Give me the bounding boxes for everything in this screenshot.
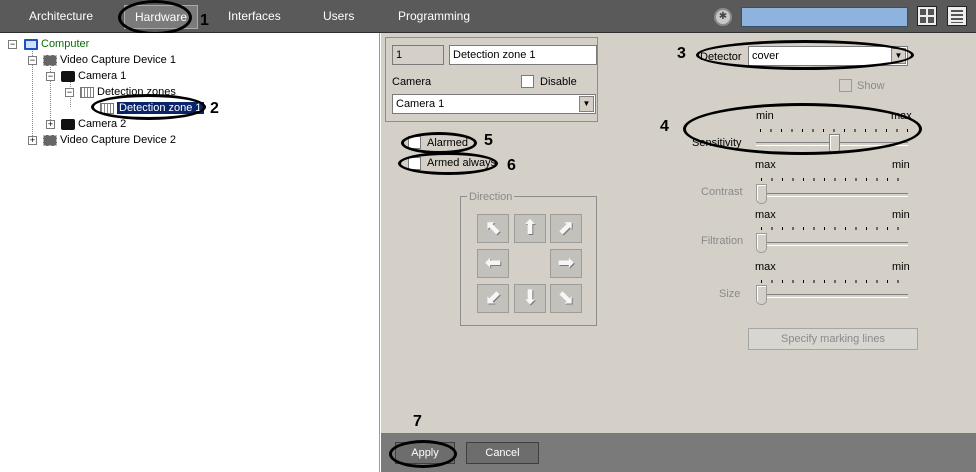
expand-icon[interactable]: + xyxy=(28,136,37,145)
expand-icon[interactable]: + xyxy=(46,120,55,129)
tree-item-label: Computer xyxy=(41,38,90,50)
size-slider-thumb[interactable] xyxy=(756,285,767,305)
size-left-label: max xyxy=(755,261,776,273)
show-checkbox[interactable] xyxy=(839,79,852,92)
layout-grid-icon[interactable] xyxy=(917,6,937,26)
sensitivity-slider-thumb[interactable] xyxy=(829,134,841,154)
filtration-right-label: min xyxy=(892,209,910,221)
disable-label: Disable xyxy=(540,76,577,88)
arrow-up-icon[interactable]: ⬆ xyxy=(514,214,546,243)
sensitivity-ticks xyxy=(760,129,908,132)
contrast-right-label: min xyxy=(892,159,910,171)
detector-label: Detector xyxy=(700,51,742,63)
contrast-label: Contrast xyxy=(701,186,743,198)
filtration-slider-track xyxy=(756,242,908,246)
disable-checkbox[interactable] xyxy=(521,75,534,88)
sensitivity-label: Sensitivity xyxy=(692,137,742,149)
alarmed-checkbox[interactable] xyxy=(408,136,421,149)
tab-interfaces[interactable]: Interfaces xyxy=(228,0,281,33)
size-slider-track xyxy=(756,294,908,298)
specify-marking-lines-button[interactable]: Specify marking lines xyxy=(748,328,918,350)
search-field[interactable] xyxy=(741,7,908,27)
zone-id-field: 1 xyxy=(392,45,444,65)
camera-select[interactable]: Camera 1 ▼ xyxy=(392,94,596,114)
direction-label: Direction xyxy=(467,191,515,203)
callout-number: 6 xyxy=(507,157,516,174)
tree-item-label: Detection zones xyxy=(97,86,176,98)
arrow-right-icon[interactable]: ➡ xyxy=(550,249,582,278)
computer-icon xyxy=(24,38,38,50)
callout-number: 5 xyxy=(484,132,493,149)
tree-item-label: Camera 1 xyxy=(78,70,127,82)
collapse-icon[interactable]: − xyxy=(28,56,37,65)
camera-select-value: Camera 1 xyxy=(396,98,445,110)
apply-button[interactable]: Apply xyxy=(395,442,455,464)
contrast-slider-track xyxy=(756,193,908,197)
callout-number: 1 xyxy=(200,12,209,29)
cancel-button[interactable]: Cancel xyxy=(466,442,539,464)
contrast-ticks xyxy=(761,178,908,181)
tree-item-label: Camera 2 xyxy=(78,118,127,130)
arrow-left-icon[interactable]: ⬅ xyxy=(477,249,509,278)
camera-icon xyxy=(61,118,75,130)
callout-number: 2 xyxy=(210,100,219,117)
show-label: Show xyxy=(857,80,885,92)
filtration-label: Filtration xyxy=(701,235,744,247)
top-navigation-bar: Architecture Hardware Interfaces Users P… xyxy=(0,0,976,33)
collapse-icon[interactable]: − xyxy=(8,40,17,49)
alarmed-label: Alarmed xyxy=(427,137,468,149)
armed-always-label: Armed always xyxy=(427,157,497,169)
chip-icon xyxy=(43,54,57,66)
callout-number: 7 xyxy=(413,413,422,430)
arrow-down-icon[interactable]: ⬇ xyxy=(514,284,546,313)
arrow-up-right-icon[interactable]: ⬈ xyxy=(550,214,582,243)
detector-select-value: cover xyxy=(752,50,779,62)
arrow-down-right-icon[interactable]: ⬊ xyxy=(550,284,582,313)
size-ticks xyxy=(761,280,908,283)
collapse-icon[interactable]: − xyxy=(46,72,55,81)
zones-icon xyxy=(80,86,94,98)
callout-number: 4 xyxy=(660,118,669,135)
settings-panel: 1 Detection zone 1 Camera Disable Camera… xyxy=(381,33,976,472)
chip-icon xyxy=(43,134,57,146)
collapse-icon[interactable]: − xyxy=(65,88,74,97)
camera-icon xyxy=(61,70,75,82)
hardware-tree: − Computer − Video Capture Device 1 − Ca… xyxy=(0,33,380,472)
size-label: Size xyxy=(719,288,741,300)
zone-name-field[interactable]: Detection zone 1 xyxy=(449,45,597,65)
contrast-slider-thumb[interactable] xyxy=(756,184,767,204)
general-group: 1 Detection zone 1 Camera Disable Camera… xyxy=(385,37,598,122)
arrow-up-left-icon[interactable]: ⬉ xyxy=(477,214,509,243)
camera-label: Camera xyxy=(392,76,432,88)
tree-item-label: Video Capture Device 1 xyxy=(60,54,176,66)
settings-gear-icon[interactable]: ✱ xyxy=(714,8,732,26)
filtration-slider-thumb[interactable] xyxy=(756,233,767,253)
sensitivity-left-label: min xyxy=(756,110,774,122)
tree-item-detection-zone-1[interactable]: Detection zone 1 xyxy=(100,100,204,116)
filtration-ticks xyxy=(761,227,908,230)
filtration-left-label: max xyxy=(755,209,776,221)
callout-number: 3 xyxy=(677,45,686,62)
tab-hardware[interactable]: Hardware xyxy=(124,5,199,29)
chevron-down-icon[interactable]: ▼ xyxy=(579,96,594,112)
sensitivity-right-label: max xyxy=(891,110,912,122)
tab-users[interactable]: Users xyxy=(323,0,354,33)
tab-programming[interactable]: Programming xyxy=(398,0,470,33)
tab-architecture[interactable]: Architecture xyxy=(29,0,93,33)
size-right-label: min xyxy=(892,261,910,273)
tree-item-label: Video Capture Device 2 xyxy=(60,134,176,146)
zones-icon xyxy=(100,102,114,114)
armed-always-checkbox[interactable] xyxy=(408,157,421,170)
arrow-down-left-icon[interactable]: ⬋ xyxy=(477,284,509,313)
detector-select[interactable]: cover ▼ xyxy=(748,46,908,66)
tree-item-label: Detection zone 1 xyxy=(117,102,204,114)
menu-list-icon[interactable] xyxy=(947,6,967,26)
chevron-down-icon[interactable]: ▼ xyxy=(891,48,906,64)
contrast-left-label: max xyxy=(755,159,776,171)
